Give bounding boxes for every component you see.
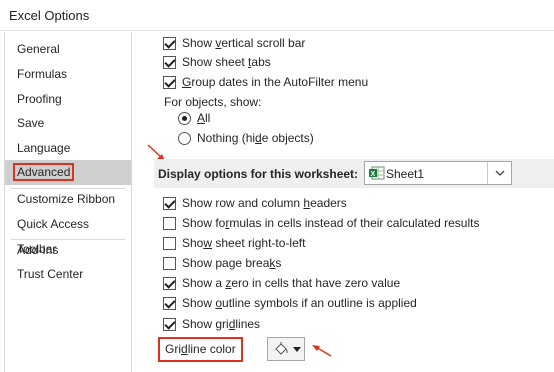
option-show-formulas[interactable]: Show formulas in cells instead of their … [163, 214, 479, 232]
checkbox[interactable] [163, 296, 176, 310]
sidebar-item-label: Formulas [17, 67, 68, 81]
worksheet-section-header: Display options for this worksheet: X Sh… [154, 159, 554, 188]
gridline-color-label: Gridline color [158, 337, 243, 362]
checkbox[interactable] [163, 196, 176, 210]
option-label: Show row and column headers [182, 196, 347, 210]
title-bar: Excel Options [0, 0, 554, 31]
sidebar-item-label: Trust Center [17, 267, 84, 281]
checkbox[interactable] [163, 216, 176, 230]
paint-bucket-icon [275, 342, 288, 355]
option-label: Show outline symbols if an outline is ap… [182, 296, 417, 310]
option-show-zero[interactable]: Show a zero in cells that have zero valu… [163, 274, 400, 292]
sidebar-item-label: Proofing [17, 92, 62, 106]
sidebar-item-advanced[interactable]: Advanced [5, 160, 131, 185]
option-show-gridlines[interactable]: Show gridlines [163, 315, 260, 333]
option-label: Nothing (hide objects) [197, 131, 314, 145]
sidebar-item-general[interactable]: General [5, 37, 131, 62]
sidebar-item-formulas[interactable]: Formulas [5, 62, 131, 87]
sheet-select-value: Sheet1 [386, 167, 425, 181]
checkbox[interactable] [163, 55, 176, 69]
sidebar-item-label: Customize Ribbon [17, 192, 116, 206]
sidebar-item-label: General [17, 42, 60, 56]
checkbox[interactable] [163, 236, 176, 250]
gridline-color-picker[interactable] [267, 337, 305, 361]
option-show-row-column-headers[interactable]: Show row and column headers [163, 194, 347, 212]
sidebar-item-trust-center[interactable]: Trust Center [5, 262, 131, 287]
sidebar-item-label: Add-Ins [17, 243, 59, 257]
option-show-page-breaks[interactable]: Show page breaks [163, 254, 281, 272]
option-group-dates[interactable]: Group dates in the AutoFilter menu [163, 73, 368, 91]
svg-text:X: X [371, 171, 376, 178]
radio-nothing[interactable]: Nothing (hide objects) [178, 129, 314, 147]
annotation-arrow-icon [312, 345, 332, 357]
sheet-select-dropdown[interactable]: X Sheet1 [364, 161, 512, 185]
options-panel: Show vertical scroll bar Show sheet tabs… [140, 32, 554, 372]
excel-sheet-icon: X [369, 166, 385, 180]
radio-button[interactable] [178, 131, 191, 145]
radio-button[interactable] [178, 111, 191, 125]
sidebar-item-quick-access-toolbar[interactable]: Quick Access Toolbar [5, 212, 131, 256]
sidebar-item-label: Save [17, 116, 45, 130]
option-show-sheet-tabs[interactable]: Show sheet tabs [163, 53, 271, 71]
checkbox[interactable] [163, 256, 176, 270]
option-label: Show page breaks [182, 256, 282, 270]
checkbox[interactable] [163, 276, 176, 290]
option-show-vertical-scroll-bar[interactable]: Show vertical scroll bar [163, 34, 305, 52]
option-label: Show formulas in cells instead of their … [182, 216, 480, 230]
sidebar-item-label: Advanced [13, 163, 75, 181]
checkbox[interactable] [163, 36, 176, 50]
sidebar-item-add-ins[interactable]: Add-Ins [5, 238, 131, 263]
section-title: Display options for this worksheet: [158, 167, 359, 181]
option-show-outline-symbols[interactable]: Show outline symbols if an outline is ap… [163, 294, 417, 312]
sidebar-item-label: Language [17, 141, 71, 155]
sidebar-item-language[interactable]: Language [5, 136, 131, 161]
radio-all[interactable]: All [178, 109, 210, 127]
chevron-down-icon[interactable] [487, 162, 511, 184]
sidebar-item-proofing[interactable]: Proofing [5, 87, 131, 112]
sidebar-item-customize-ribbon[interactable]: Customize Ribbon [5, 187, 131, 212]
sidebar: General Formulas Proofing Save Language … [4, 32, 132, 372]
sidebar-item-save[interactable]: Save [5, 111, 131, 136]
option-label: Show vertical scroll bar [182, 36, 306, 50]
option-label: Show a zero in cells that have zero valu… [182, 276, 401, 290]
checkbox[interactable] [163, 317, 176, 331]
window-title: Excel Options [9, 8, 90, 23]
option-label: Show sheet right-to-left [182, 236, 306, 250]
option-show-sheet-right-to-left[interactable]: Show sheet right-to-left [163, 234, 305, 252]
option-label: Show sheet tabs [182, 55, 271, 69]
option-label: Show gridlines [182, 317, 261, 331]
option-label: All [197, 111, 211, 125]
chevron-down-icon[interactable] [292, 345, 302, 353]
checkbox[interactable] [163, 75, 176, 89]
option-label: Group dates in the AutoFilter menu [182, 75, 369, 89]
